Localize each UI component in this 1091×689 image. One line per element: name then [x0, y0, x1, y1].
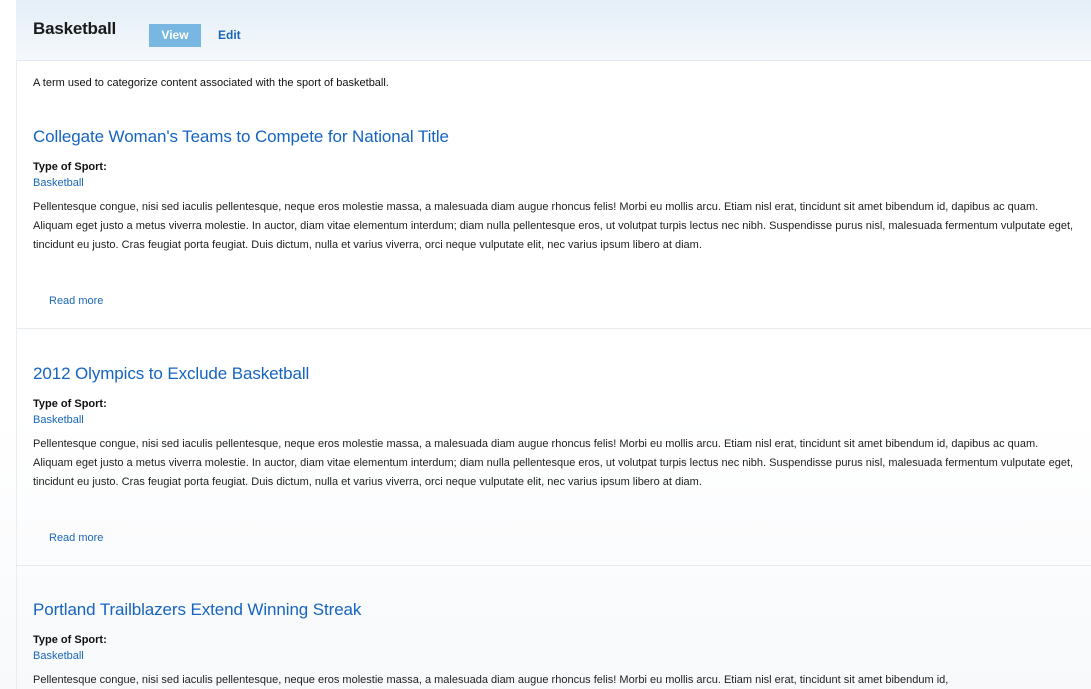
node-separator	[16, 565, 1091, 566]
node-title-link[interactable]: 2012 Olympics to Exclude Basketball	[33, 364, 309, 384]
left-border	[16, 0, 17, 689]
read-more-link[interactable]: Read more	[49, 295, 103, 307]
node-separator	[16, 328, 1091, 329]
field-label: Type of Sport:	[33, 398, 107, 410]
field-label: Type of Sport:	[33, 634, 107, 646]
field-sport-link[interactable]: Basketball	[33, 177, 84, 189]
field-label: Type of Sport:	[33, 161, 107, 173]
page-header: Basketball View Edit	[16, 0, 1091, 61]
node-title-link[interactable]: Portland Trailblazers Extend Winning Str…	[33, 600, 361, 620]
read-more-link[interactable]: Read more	[49, 532, 103, 544]
tab-view[interactable]: View	[149, 24, 201, 47]
node-title-link[interactable]: Collegate Woman's Teams to Compete for N…	[33, 127, 449, 147]
field-sport-link[interactable]: Basketball	[33, 650, 84, 662]
node-body: Pellentesque congue, nisi sed iaculis pe…	[33, 438, 1074, 488]
term-description: A term used to categorize content associ…	[33, 77, 389, 89]
page: Basketball View Edit A term used to cate…	[0, 0, 1091, 689]
node-body: Pellentesque congue, nisi sed iaculis pe…	[33, 674, 949, 686]
node-body: Pellentesque congue, nisi sed iaculis pe…	[33, 201, 1074, 251]
tab-edit[interactable]: Edit	[218, 24, 241, 47]
page-title: Basketball	[33, 19, 117, 38]
field-sport-link[interactable]: Basketball	[33, 414, 84, 426]
